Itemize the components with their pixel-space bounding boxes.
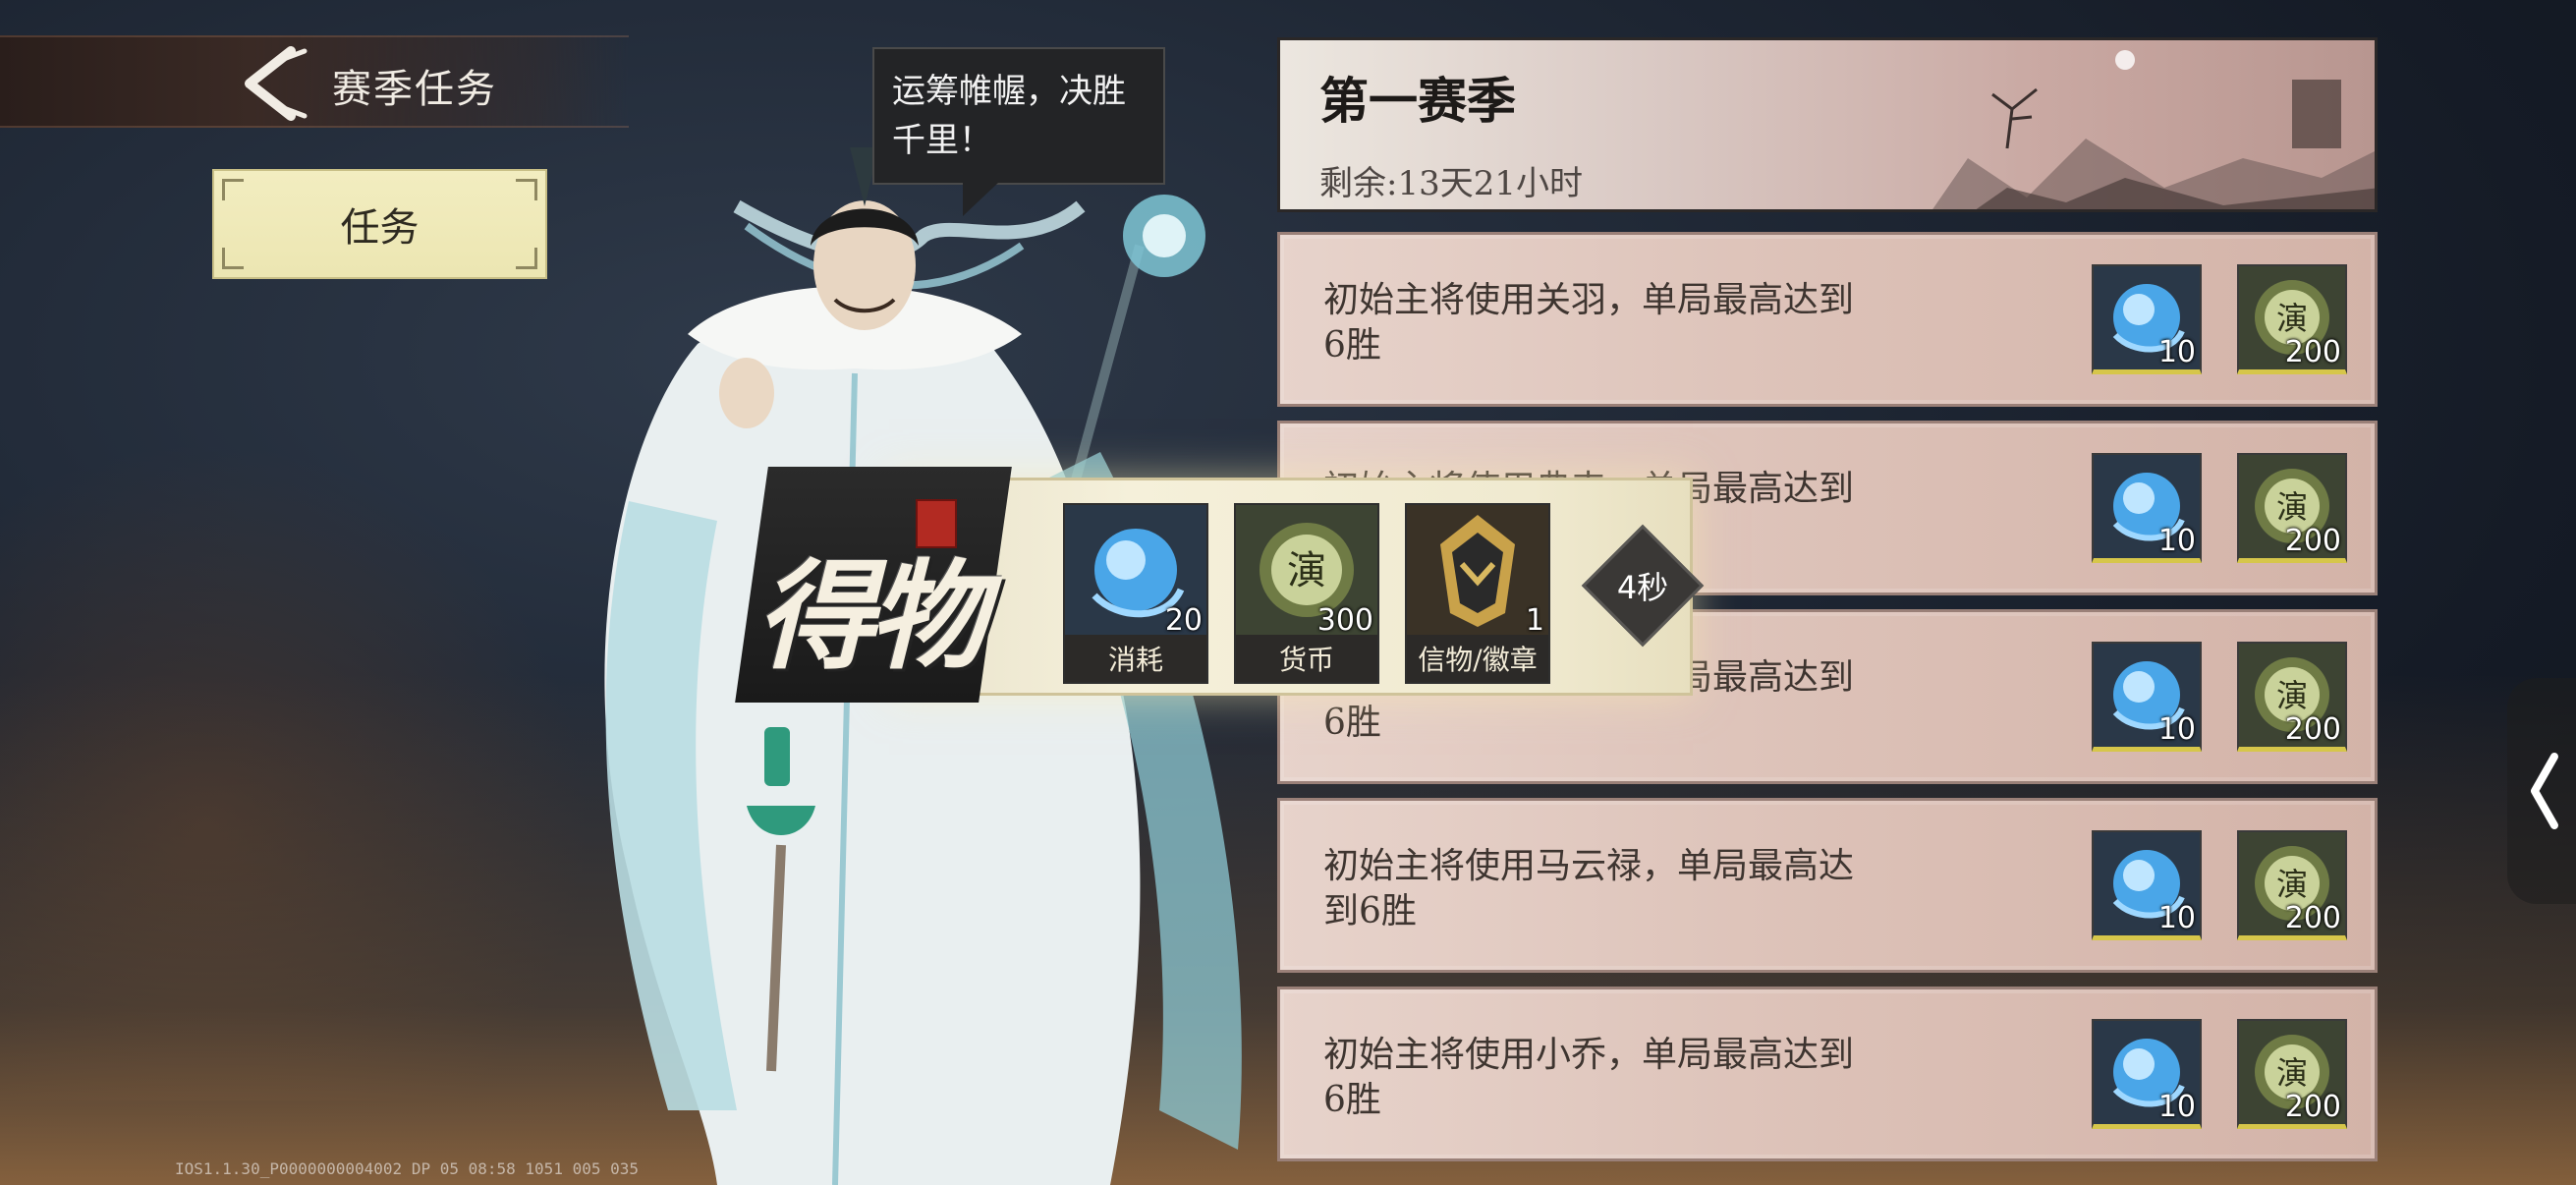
svg-text:演: 演	[2276, 866, 2308, 903]
reward-count: 10	[2157, 1090, 2196, 1124]
popup-title: 得物	[756, 547, 986, 686]
corner-ornament	[222, 179, 244, 200]
reward-count: 200	[2284, 524, 2341, 558]
task-row: 初始主将使用马云禄，单局最高达到6胜 10 演 200	[1277, 798, 2378, 973]
task-description: 初始主将使用马云禄，单局最高达到6胜	[1323, 846, 1855, 931]
reward-count: 200	[2284, 901, 2341, 935]
corner-ornament	[222, 248, 244, 269]
countdown-text: 4秒	[1616, 569, 1669, 606]
build-info: IOS1.1.30_P0000000004002 DP 05 08:58 105…	[175, 1159, 640, 1178]
reward-count: 10	[2157, 712, 2196, 747]
reward-item[interactable]: 演 200	[2237, 1019, 2347, 1129]
reward-item[interactable]: 演 200	[2237, 453, 2347, 563]
svg-text:演: 演	[1287, 548, 1326, 593]
reward-item[interactable]: 10	[2092, 1019, 2202, 1129]
page-title: 赛季任务	[332, 67, 497, 112]
reward-count: 10	[2157, 901, 2196, 935]
reward-item[interactable]: 10	[2092, 830, 2202, 940]
obtained-item[interactable]: 演 300 货币	[1234, 503, 1379, 684]
reward-item[interactable]: 10	[2092, 642, 2202, 752]
svg-text:演: 演	[2276, 1054, 2308, 1092]
speech-bubble-tail	[963, 183, 998, 216]
task-description: 初始主将使用小乔，单局最高达到6胜	[1323, 1035, 1855, 1120]
obtained-count: 300	[1316, 603, 1373, 638]
reward-count: 200	[2284, 335, 2341, 369]
top-header: 赛季任务	[0, 35, 629, 128]
reward-item[interactable]: 10	[2092, 453, 2202, 563]
back-button[interactable]	[234, 45, 312, 122]
obtained-label: 货币	[1236, 635, 1377, 682]
obtained-count: 1	[1525, 603, 1544, 638]
reward-count: 10	[2157, 524, 2196, 558]
speech-bubble: 运筹帷幄，决胜千里！	[872, 47, 1165, 185]
reward-item[interactable]: 演 200	[2237, 642, 2347, 752]
tab-task-label: 任务	[340, 205, 420, 251]
season-title: 第一赛季	[1319, 72, 1516, 130]
svg-text:演: 演	[2276, 488, 2308, 526]
svg-text:演: 演	[2276, 677, 2308, 714]
reward-count: 200	[2284, 712, 2341, 747]
reward-item[interactable]: 10	[2092, 264, 2202, 374]
reward-count: 10	[2157, 335, 2196, 369]
side-drawer-handle[interactable]	[2507, 678, 2576, 904]
obtained-label: 信物/徽章	[1407, 635, 1548, 682]
reward-item[interactable]: 演 200	[2237, 264, 2347, 374]
tab-task[interactable]: 任务	[212, 169, 547, 279]
svg-text:演: 演	[2276, 300, 2308, 337]
back-arrow-icon	[245, 46, 308, 121]
obtained-item[interactable]: 1 信物/徽章	[1405, 503, 1550, 684]
reward-item[interactable]: 演 200	[2237, 830, 2347, 940]
obtained-label: 消耗	[1065, 635, 1206, 682]
task-row: 初始主将使用小乔，单局最高达到6胜 10 演 200	[1277, 987, 2378, 1161]
season-remaining: 剩余:13天21小时	[1319, 164, 1583, 203]
task-row: 初始主将使用关羽，单局最高达到6胜 10 演 200	[1277, 232, 2378, 407]
obtained-item[interactable]: 20 消耗	[1063, 503, 1208, 684]
reward-count: 200	[2284, 1090, 2341, 1124]
chevron-left-icon	[2531, 753, 2558, 829]
obtained-count: 20	[1164, 603, 1203, 638]
task-description: 初始主将使用关羽，单局最高达到6胜	[1323, 280, 1855, 366]
season-banner: 第一赛季 剩余:13天21小时	[1277, 37, 2378, 212]
